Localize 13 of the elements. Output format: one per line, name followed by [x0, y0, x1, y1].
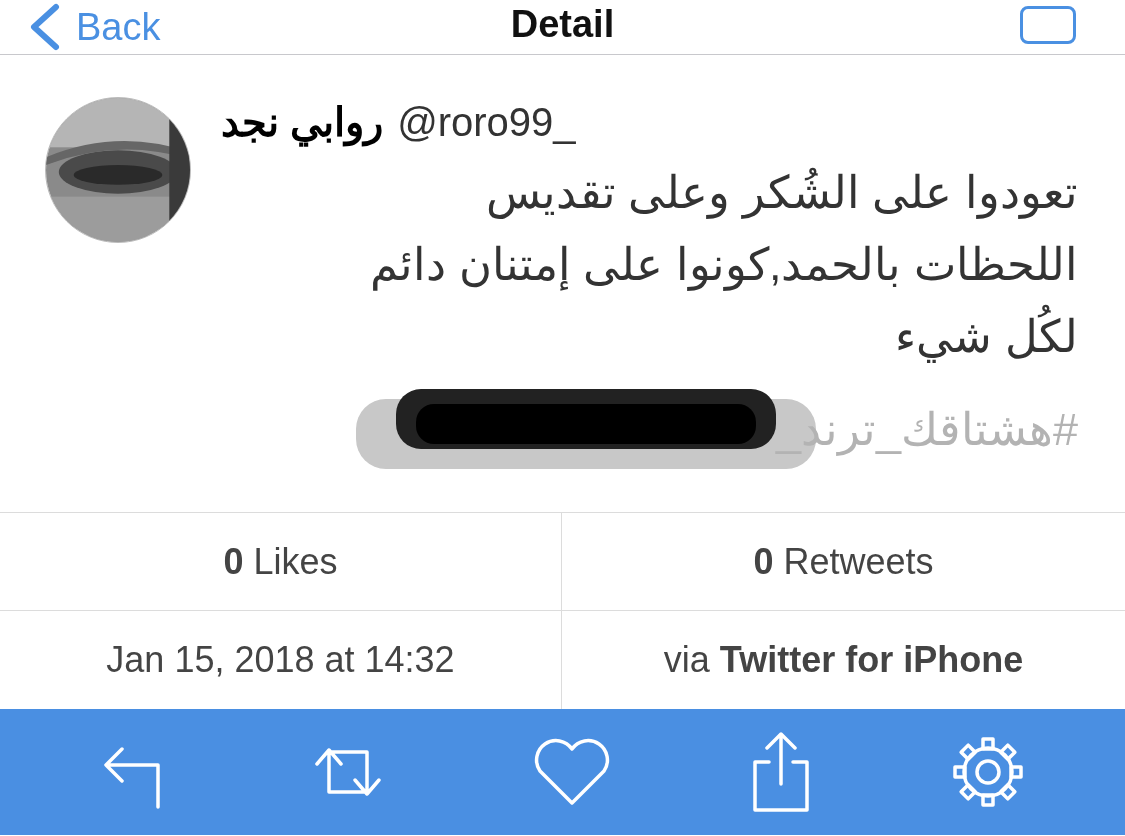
back-button[interactable]: Back [28, 3, 161, 51]
hashtag-link[interactable]: #هشتاقك_ترند_ [775, 402, 1078, 456]
screen-title: Detail [510, 3, 615, 46]
display-name: روابي نجد [221, 99, 384, 145]
likes-count: 0 Likes [223, 540, 338, 583]
retweets-count: 0 Retweets [753, 540, 934, 583]
chevron-icon [28, 3, 62, 51]
user-handle: @roro99_ [397, 100, 576, 145]
share-button[interactable] [750, 730, 811, 814]
tweet-date: Jan 15, 2018 at 14:32 [106, 639, 455, 681]
square-icon[interactable] [1020, 6, 1076, 44]
tweet-source: via Twitter for iPhone [663, 639, 1024, 681]
tweet-text: تعودوا على الشُكر وعلى تقديس اللحظات بالحمد,كونوا على إمتنان دائم لكُل شيء [369, 166, 1078, 365]
